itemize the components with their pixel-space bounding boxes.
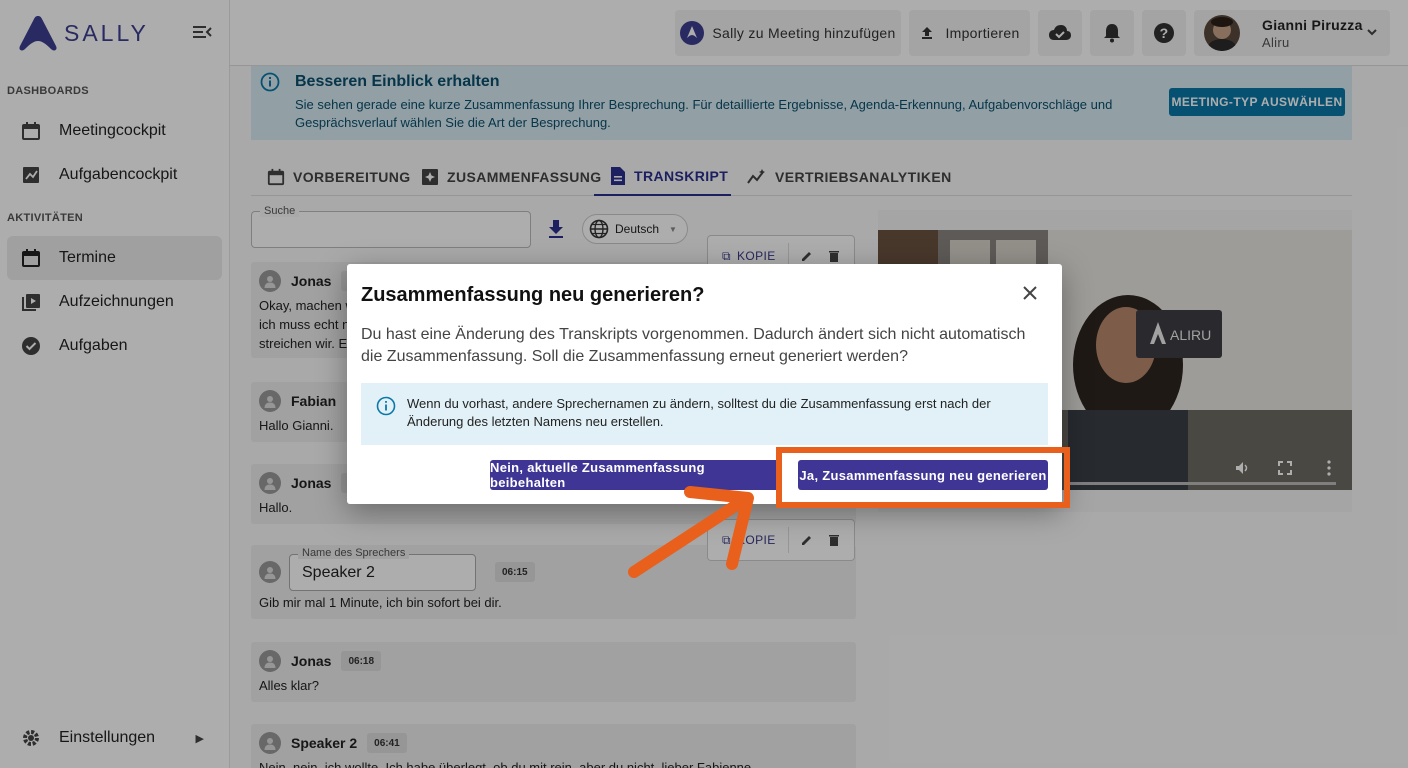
arrow-annotation bbox=[628, 486, 754, 578]
close-icon[interactable] bbox=[1022, 285, 1040, 303]
dialog-info-box: Wenn du vorhast, andere Sprechernamen zu… bbox=[361, 383, 1048, 445]
dialog-info-text: Wenn du vorhast, andere Sprechernamen zu… bbox=[407, 396, 991, 429]
info-icon bbox=[376, 396, 396, 416]
dialog-message: Du hast eine Änderung des Transkripts vo… bbox=[361, 326, 1026, 365]
dialog-title: Zusammenfassung neu generieren? bbox=[361, 284, 705, 306]
highlight-annotation bbox=[776, 447, 1070, 508]
